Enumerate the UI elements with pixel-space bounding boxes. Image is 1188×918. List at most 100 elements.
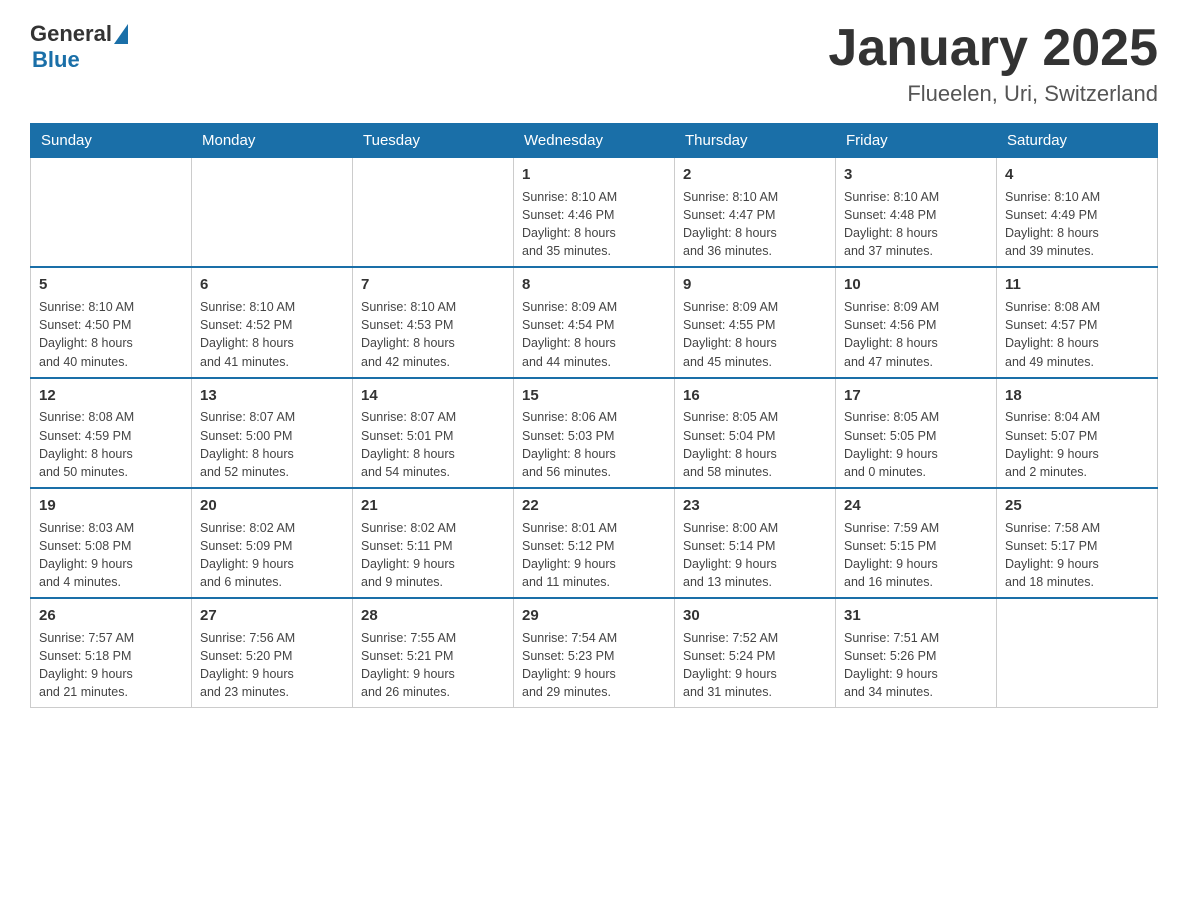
calendar-cell: 16Sunrise: 8:05 AM Sunset: 5:04 PM Dayli…: [675, 378, 836, 488]
logo-blue-text: Blue: [32, 48, 140, 72]
calendar-cell: 17Sunrise: 8:05 AM Sunset: 5:05 PM Dayli…: [836, 378, 997, 488]
day-info: Sunrise: 8:05 AM Sunset: 5:05 PM Dayligh…: [844, 408, 988, 481]
day-number: 16: [683, 385, 827, 407]
page-header: General Blue January 2025 Flueelen, Uri,…: [30, 20, 1158, 107]
day-number: 15: [522, 385, 666, 407]
calendar-cell: 30Sunrise: 7:52 AM Sunset: 5:24 PM Dayli…: [675, 598, 836, 708]
calendar-title: January 2025: [828, 20, 1158, 77]
day-info: Sunrise: 8:05 AM Sunset: 5:04 PM Dayligh…: [683, 408, 827, 481]
day-info: Sunrise: 8:00 AM Sunset: 5:14 PM Dayligh…: [683, 519, 827, 592]
calendar-cell: 12Sunrise: 8:08 AM Sunset: 4:59 PM Dayli…: [31, 378, 192, 488]
calendar-cell: 4Sunrise: 8:10 AM Sunset: 4:49 PM Daylig…: [997, 158, 1158, 268]
day-number: 31: [844, 605, 988, 627]
day-number: 10: [844, 274, 988, 296]
calendar-week-row: 5Sunrise: 8:10 AM Sunset: 4:50 PM Daylig…: [31, 267, 1158, 377]
calendar-cell: 20Sunrise: 8:02 AM Sunset: 5:09 PM Dayli…: [192, 488, 353, 598]
calendar-cell: 26Sunrise: 7:57 AM Sunset: 5:18 PM Dayli…: [31, 598, 192, 708]
day-number: 30: [683, 605, 827, 627]
day-number: 14: [361, 385, 505, 407]
calendar-cell: 13Sunrise: 8:07 AM Sunset: 5:00 PM Dayli…: [192, 378, 353, 488]
calendar-cell: 19Sunrise: 8:03 AM Sunset: 5:08 PM Dayli…: [31, 488, 192, 598]
calendar-week-row: 1Sunrise: 8:10 AM Sunset: 4:46 PM Daylig…: [31, 158, 1158, 268]
day-of-week-header: Tuesday: [353, 124, 514, 158]
calendar-cell: 15Sunrise: 8:06 AM Sunset: 5:03 PM Dayli…: [514, 378, 675, 488]
day-of-week-header: Thursday: [675, 124, 836, 158]
day-of-week-header: Sunday: [31, 124, 192, 158]
day-number: 11: [1005, 274, 1149, 296]
logo-general-text: General: [30, 22, 112, 46]
day-info: Sunrise: 8:10 AM Sunset: 4:53 PM Dayligh…: [361, 298, 505, 371]
logo-triangle-icon: [112, 20, 140, 48]
day-info: Sunrise: 8:09 AM Sunset: 4:54 PM Dayligh…: [522, 298, 666, 371]
day-number: 5: [39, 274, 183, 296]
day-number: 2: [683, 164, 827, 186]
calendar-cell: 8Sunrise: 8:09 AM Sunset: 4:54 PM Daylig…: [514, 267, 675, 377]
calendar-cell: [997, 598, 1158, 708]
day-number: 7: [361, 274, 505, 296]
calendar-cell: [192, 158, 353, 268]
day-info: Sunrise: 8:07 AM Sunset: 5:01 PM Dayligh…: [361, 408, 505, 481]
day-number: 13: [200, 385, 344, 407]
day-number: 19: [39, 495, 183, 517]
day-info: Sunrise: 7:58 AM Sunset: 5:17 PM Dayligh…: [1005, 519, 1149, 592]
day-of-week-header: Friday: [836, 124, 997, 158]
calendar-cell: 24Sunrise: 7:59 AM Sunset: 5:15 PM Dayli…: [836, 488, 997, 598]
calendar-cell: 9Sunrise: 8:09 AM Sunset: 4:55 PM Daylig…: [675, 267, 836, 377]
logo: General Blue: [30, 20, 140, 72]
day-number: 8: [522, 274, 666, 296]
day-info: Sunrise: 7:51 AM Sunset: 5:26 PM Dayligh…: [844, 629, 988, 702]
calendar-cell: 7Sunrise: 8:10 AM Sunset: 4:53 PM Daylig…: [353, 267, 514, 377]
calendar-cell: 23Sunrise: 8:00 AM Sunset: 5:14 PM Dayli…: [675, 488, 836, 598]
calendar-cell: 2Sunrise: 8:10 AM Sunset: 4:47 PM Daylig…: [675, 158, 836, 268]
day-of-week-header: Wednesday: [514, 124, 675, 158]
day-info: Sunrise: 8:09 AM Sunset: 4:55 PM Dayligh…: [683, 298, 827, 371]
calendar-week-row: 19Sunrise: 8:03 AM Sunset: 5:08 PM Dayli…: [31, 488, 1158, 598]
calendar-cell: 27Sunrise: 7:56 AM Sunset: 5:20 PM Dayli…: [192, 598, 353, 708]
day-number: 21: [361, 495, 505, 517]
day-info: Sunrise: 7:59 AM Sunset: 5:15 PM Dayligh…: [844, 519, 988, 592]
day-info: Sunrise: 8:10 AM Sunset: 4:46 PM Dayligh…: [522, 188, 666, 261]
day-info: Sunrise: 8:10 AM Sunset: 4:47 PM Dayligh…: [683, 188, 827, 261]
day-info: Sunrise: 8:08 AM Sunset: 4:59 PM Dayligh…: [39, 408, 183, 481]
day-number: 6: [200, 274, 344, 296]
day-number: 1: [522, 164, 666, 186]
day-info: Sunrise: 8:01 AM Sunset: 5:12 PM Dayligh…: [522, 519, 666, 592]
day-info: Sunrise: 8:10 AM Sunset: 4:49 PM Dayligh…: [1005, 188, 1149, 261]
day-number: 27: [200, 605, 344, 627]
day-number: 18: [1005, 385, 1149, 407]
calendar-cell: 21Sunrise: 8:02 AM Sunset: 5:11 PM Dayli…: [353, 488, 514, 598]
day-info: Sunrise: 8:04 AM Sunset: 5:07 PM Dayligh…: [1005, 408, 1149, 481]
day-info: Sunrise: 8:07 AM Sunset: 5:00 PM Dayligh…: [200, 408, 344, 481]
calendar-cell: 29Sunrise: 7:54 AM Sunset: 5:23 PM Dayli…: [514, 598, 675, 708]
day-number: 17: [844, 385, 988, 407]
day-info: Sunrise: 8:03 AM Sunset: 5:08 PM Dayligh…: [39, 519, 183, 592]
calendar-cell: [31, 158, 192, 268]
day-number: 28: [361, 605, 505, 627]
day-info: Sunrise: 8:10 AM Sunset: 4:52 PM Dayligh…: [200, 298, 344, 371]
day-number: 29: [522, 605, 666, 627]
calendar-table: SundayMondayTuesdayWednesdayThursdayFrid…: [30, 123, 1158, 708]
calendar-week-row: 26Sunrise: 7:57 AM Sunset: 5:18 PM Dayli…: [31, 598, 1158, 708]
day-info: Sunrise: 7:54 AM Sunset: 5:23 PM Dayligh…: [522, 629, 666, 702]
calendar-cell: 6Sunrise: 8:10 AM Sunset: 4:52 PM Daylig…: [192, 267, 353, 377]
calendar-cell: 31Sunrise: 7:51 AM Sunset: 5:26 PM Dayli…: [836, 598, 997, 708]
calendar-cell: [353, 158, 514, 268]
day-number: 23: [683, 495, 827, 517]
calendar-week-row: 12Sunrise: 8:08 AM Sunset: 4:59 PM Dayli…: [31, 378, 1158, 488]
day-number: 20: [200, 495, 344, 517]
day-of-week-header: Monday: [192, 124, 353, 158]
day-info: Sunrise: 7:57 AM Sunset: 5:18 PM Dayligh…: [39, 629, 183, 702]
calendar-cell: 22Sunrise: 8:01 AM Sunset: 5:12 PM Dayli…: [514, 488, 675, 598]
calendar-cell: 5Sunrise: 8:10 AM Sunset: 4:50 PM Daylig…: [31, 267, 192, 377]
day-number: 24: [844, 495, 988, 517]
day-info: Sunrise: 8:10 AM Sunset: 4:48 PM Dayligh…: [844, 188, 988, 261]
calendar-header-row: SundayMondayTuesdayWednesdayThursdayFrid…: [31, 124, 1158, 158]
day-number: 22: [522, 495, 666, 517]
day-number: 9: [683, 274, 827, 296]
calendar-cell: 25Sunrise: 7:58 AM Sunset: 5:17 PM Dayli…: [997, 488, 1158, 598]
calendar-cell: 18Sunrise: 8:04 AM Sunset: 5:07 PM Dayli…: [997, 378, 1158, 488]
calendar-cell: 1Sunrise: 8:10 AM Sunset: 4:46 PM Daylig…: [514, 158, 675, 268]
calendar-cell: 10Sunrise: 8:09 AM Sunset: 4:56 PM Dayli…: [836, 267, 997, 377]
calendar-cell: 3Sunrise: 8:10 AM Sunset: 4:48 PM Daylig…: [836, 158, 997, 268]
calendar-cell: 11Sunrise: 8:08 AM Sunset: 4:57 PM Dayli…: [997, 267, 1158, 377]
